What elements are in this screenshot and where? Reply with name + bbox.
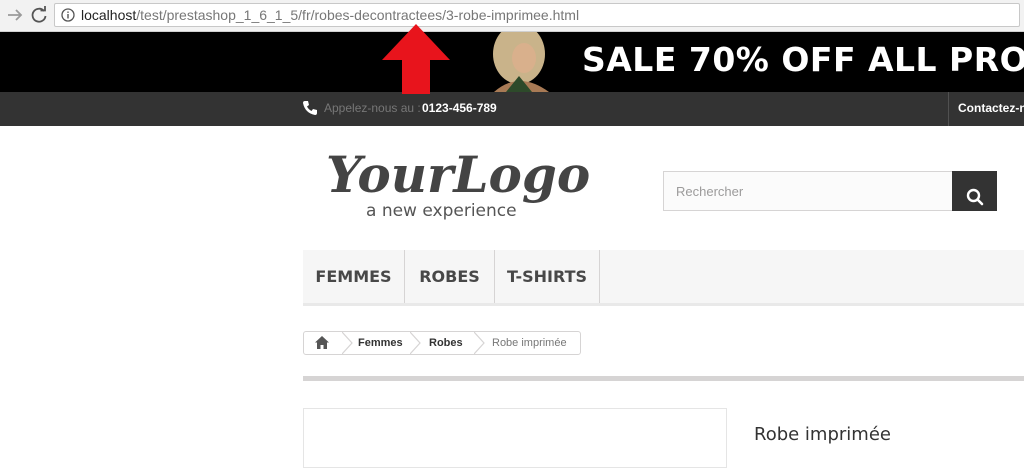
url-path: /test/prestashop_1_6_1_5/fr/robes-decont…	[136, 7, 447, 23]
logo-main: YourLogo	[326, 145, 590, 204]
breadcrumb-item-femmes[interactable]: Femmes	[358, 332, 403, 354]
menu-item-femmes[interactable]: FEMMES	[303, 250, 405, 303]
product-image-frame[interactable]	[303, 408, 727, 468]
forward-arrow-icon[interactable]	[4, 4, 26, 26]
banner-text: SALE 70% OFF ALL PRODUCT	[582, 40, 1024, 79]
section-divider	[303, 376, 1024, 381]
reload-icon[interactable]	[28, 4, 50, 26]
breadcrumb-separator	[410, 332, 421, 354]
url-host: localhost	[81, 7, 137, 23]
phone-number: 0123-456-789	[422, 101, 497, 115]
url-text: localhost/test/prestashop_1_6_1_5/fr/rob…	[81, 4, 579, 26]
model-photo	[464, 32, 574, 92]
info-icon[interactable]	[61, 8, 75, 22]
breadcrumb-item-robes[interactable]: Robes	[429, 332, 463, 354]
search-icon	[966, 188, 983, 205]
phone-icon	[303, 101, 317, 115]
search-button[interactable]	[952, 171, 997, 211]
contact-link[interactable]: Contactez-n	[958, 101, 1024, 115]
home-icon	[315, 336, 329, 349]
breadcrumb-separator	[474, 332, 485, 354]
url-path-highlight: 3-robe-imprimee.html	[446, 7, 580, 23]
menu-item-t-shirts[interactable]: T-SHIRTS	[495, 250, 600, 303]
menu-item-robes[interactable]: ROBES	[405, 250, 495, 303]
promo-banner[interactable]: SALE 70% OFF ALL PRODUCT	[0, 32, 1024, 92]
call-label: Appelez-nous au :	[324, 101, 421, 115]
breadcrumb-home[interactable]	[304, 332, 342, 354]
annotation-arrow-icon	[382, 24, 450, 94]
breadcrumb: Femmes Robes Robe imprimée	[303, 331, 581, 355]
contact-separator	[948, 92, 949, 126]
logo-tagline: a new experience	[366, 201, 517, 221]
browser-toolbar: localhost/test/prestashop_1_6_1_5/fr/rob…	[0, 0, 1024, 32]
contact-bar: Appelez-nous au : 0123-456-789 Contactez…	[0, 92, 1024, 126]
address-bar[interactable]: localhost/test/prestashop_1_6_1_5/fr/rob…	[54, 3, 1020, 27]
breadcrumb-separator	[342, 332, 353, 354]
search-input[interactable]	[663, 171, 953, 211]
breadcrumb-item-current: Robe imprimée	[492, 337, 567, 349]
product-title: Robe imprimée	[754, 424, 891, 445]
main-menu: FEMMES ROBES T-SHIRTS	[303, 250, 1024, 306]
shop-logo[interactable]: YourLogo a new experience	[322, 140, 602, 222]
